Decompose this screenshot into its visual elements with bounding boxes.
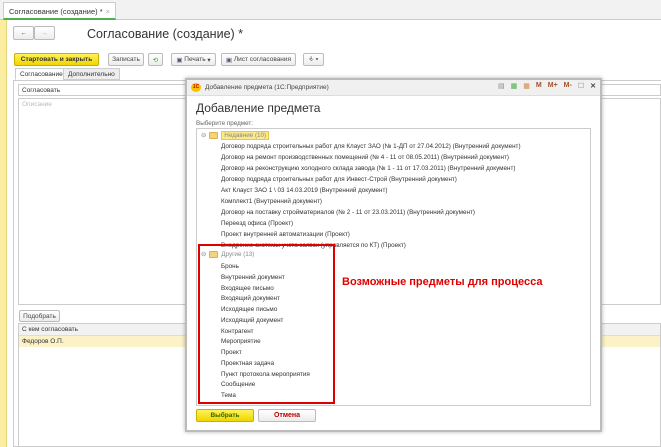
collapse-icon[interactable]: ⊖ <box>201 132 206 139</box>
page-title: Согласование (создание) * <box>87 27 244 41</box>
approval-sheet-button[interactable]: ▣ Лист согласования <box>221 53 296 66</box>
approval-sheet-label: Лист согласования <box>233 56 292 63</box>
cancel-button[interactable]: Отмена <box>258 409 316 422</box>
refresh-icon: ⟲ <box>152 56 159 64</box>
memory-minus-icon[interactable]: M- <box>564 82 572 90</box>
list-item[interactable]: Договор подряда строительных работ для К… <box>221 143 521 150</box>
back-button[interactable]: ← <box>13 26 34 40</box>
close-icon[interactable]: ✕ <box>590 82 596 90</box>
list-item[interactable]: Комплект1 (Внутренний документ) <box>221 198 322 205</box>
list-item[interactable]: Договор на ремонт производственных помещ… <box>221 154 509 161</box>
maximize-icon[interactable]: ☐ <box>578 82 584 90</box>
window-tab-label: Согласование (создание) * <box>9 7 103 16</box>
print-button[interactable]: ▣ Печать ▾ <box>171 53 216 66</box>
memory-plus-icon[interactable]: M+ <box>548 82 558 90</box>
list-item[interactable]: Проект внутренней автоматизации (Проект) <box>221 231 350 238</box>
group-recent[interactable]: ⊖ Недавние (10) <box>201 131 270 140</box>
select-button[interactable]: Выбрать <box>196 409 254 422</box>
list-item[interactable]: Переезд офиса (Проект) <box>221 220 293 227</box>
close-icon[interactable]: × <box>106 7 110 16</box>
annotation-text: Возможные предметы для процесса <box>342 276 543 288</box>
calendar-icon[interactable]: ▦ <box>523 82 530 90</box>
tab-approval[interactable]: Согласование <box>15 68 68 80</box>
folder-icon <box>209 132 219 139</box>
dialog-window-title: Добавление предмета (1С:Предприятие) <box>205 84 329 91</box>
titlebar-icons: ▤ ▦ ▦ M M+ M- ☐ ✕ <box>498 82 596 90</box>
window-tab[interactable]: Согласование (создание) * × <box>3 2 117 20</box>
printer-icon: ▣ <box>176 56 185 64</box>
1c-logo-icon: 1С <box>191 83 201 92</box>
memory-icon[interactable]: M <box>536 82 542 90</box>
forward-button[interactable]: → <box>34 26 55 40</box>
dialog-heading: Добавление предмета <box>196 101 321 115</box>
printer-icon: ▣ <box>225 56 234 64</box>
start-and-close-button[interactable]: Стартовать и закрыть <box>14 53 99 66</box>
save-button[interactable]: Записать <box>108 53 144 66</box>
print-preview-icon[interactable]: ▤ <box>498 82 505 90</box>
list-item[interactable]: Договор на реконструкцию холодного склад… <box>221 165 515 172</box>
window-tab-bar: Согласование (создание) * × <box>0 0 661 20</box>
table-icon[interactable]: ▦ <box>511 82 518 90</box>
arrow-left-icon: ← <box>20 29 27 37</box>
group-label: Недавние (10) <box>221 131 270 140</box>
pick-button[interactable]: Подобрать <box>19 310 60 322</box>
attach-button[interactable]: ⎀ ▾ <box>303 53 324 66</box>
select-prompt: Выберите предмет: <box>196 120 254 127</box>
list-item[interactable]: Договор на поставку стройматериалов (№ 2… <box>221 209 475 216</box>
dialog-titlebar: 1С Добавление предмета (1С:Предприятие) … <box>187 80 600 96</box>
tab-additional[interactable]: Дополнительно <box>63 68 120 80</box>
refresh-button[interactable]: ⟲ <box>148 53 163 66</box>
list-item[interactable]: Акт Клауст ЗАО 1 \ 03 14.03.2019 (Внутре… <box>221 187 388 194</box>
side-panel-strip <box>0 20 7 447</box>
arrow-right-icon: → <box>41 29 48 37</box>
print-label: Печать <box>184 56 206 63</box>
list-item[interactable]: Договор подряда строительных работ для И… <box>221 176 457 183</box>
highlight-box <box>198 244 335 404</box>
